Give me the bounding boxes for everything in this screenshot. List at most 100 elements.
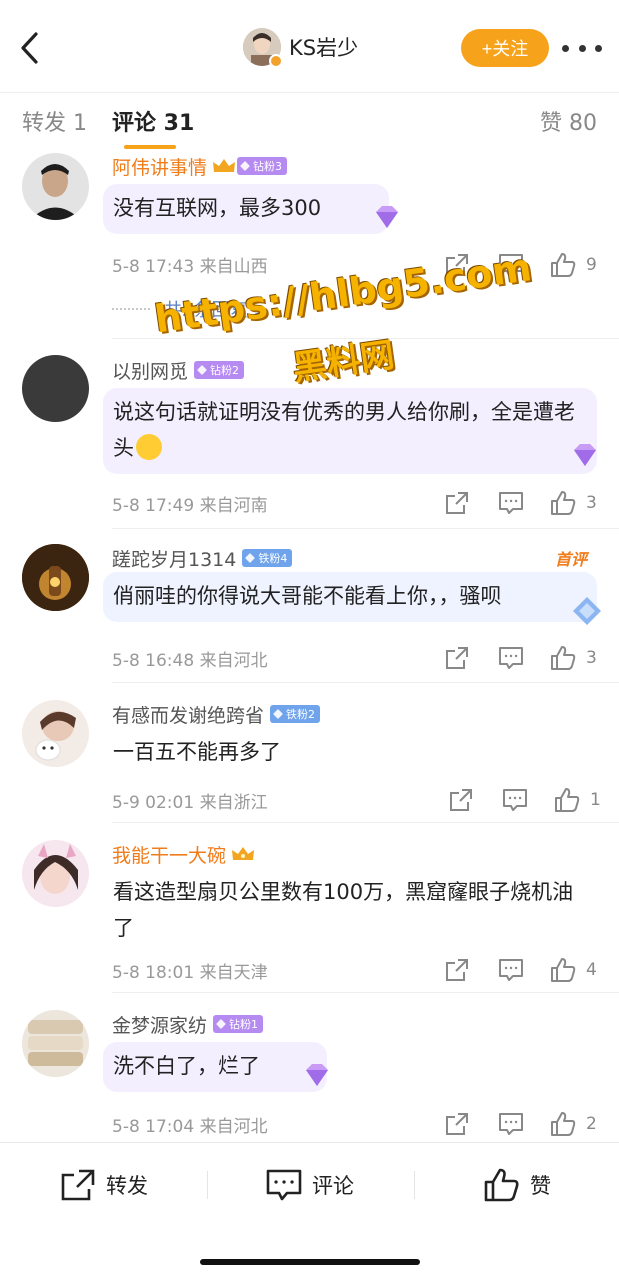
fan-badge-label: 铁粉4 <box>258 552 288 565</box>
fan-badge-label: 钻粉3 <box>253 160 283 173</box>
diamond-icon <box>245 553 256 563</box>
like-count: 3 <box>586 493 597 513</box>
comment-button[interactable]: 评论 <box>266 1165 354 1205</box>
comment-meta: 5-8 17:43 来自山西 <box>112 257 268 277</box>
author-name[interactable]: KS岩少 <box>289 32 358 62</box>
repost-button[interactable]: 转发 <box>60 1165 148 1205</box>
share-icon[interactable] <box>444 1109 470 1139</box>
comment-text-content: 说这句话就证明没有优秀的男人给你刷，全是遭老头 <box>113 400 575 460</box>
reply-icon[interactable] <box>498 955 524 985</box>
comment-text[interactable]: 洗不白了，烂了 <box>103 1042 327 1092</box>
diamond-decoration-icon <box>573 597 601 625</box>
comment-text-content: 看这造型扇贝公里数有100万，黑窟窿眼子烧机油了 <box>113 880 574 940</box>
like-count: 4 <box>586 960 597 980</box>
more-options-icon[interactable] <box>562 36 602 60</box>
comment-username[interactable]: 蹉跎岁月1314 <box>112 545 236 572</box>
comment-username[interactable]: 我能干一大碗 <box>112 841 226 868</box>
diamond-decoration-icon <box>306 1064 328 1086</box>
fan-badge[interactable]: 铁粉4 <box>242 549 293 567</box>
comment-actions: 3 <box>440 488 600 518</box>
share-icon[interactable] <box>444 643 470 673</box>
watermark-overlay: https://hlbg5.com 黑料网 <box>152 245 534 398</box>
tab-repost[interactable]: 转发 1 <box>22 105 87 137</box>
comment-actions: 4 <box>440 955 600 985</box>
comment-item: 蹉跎岁月1314 铁粉4 首评 俏丽哇的你得说大哥能不能看上你，，骚呗 5-8 … <box>0 528 619 684</box>
fan-badge-label: 铁粉2 <box>286 708 316 721</box>
like-button[interactable]: 3 <box>550 488 597 518</box>
follow-button[interactable]: +关注 <box>461 29 549 67</box>
tab-like[interactable]: 赞 80 <box>540 105 597 137</box>
reply-icon[interactable] <box>498 643 524 673</box>
comment-username[interactable]: 有感而发谢绝跨省 <box>112 701 264 728</box>
diamond-decoration-icon <box>376 206 398 228</box>
bottom-action-bar: 转发 评论 赞 <box>0 1142 619 1280</box>
like-button[interactable]: 9 <box>550 250 597 280</box>
avatar-wrapper <box>22 840 91 909</box>
like-button[interactable]: 2 <box>550 1109 597 1139</box>
fan-badge[interactable]: 铁粉2 <box>270 705 321 723</box>
back-icon[interactable] <box>14 26 50 70</box>
share-icon[interactable] <box>444 488 470 518</box>
diamond-icon <box>216 1019 226 1029</box>
verified-badge-icon <box>269 54 283 68</box>
dotted-line <box>112 308 150 310</box>
avatar[interactable] <box>22 700 89 767</box>
crown-icon <box>232 847 255 860</box>
like-count: 1 <box>590 790 601 810</box>
avatar[interactable] <box>22 1010 89 1077</box>
diamond-decoration-icon <box>574 444 596 466</box>
comment-text-content: 俏丽哇的你得说大哥能不能看上你，，骚呗 <box>113 584 502 608</box>
home-indicator[interactable] <box>200 1259 420 1265</box>
diamond-icon <box>273 709 283 719</box>
crown-icon <box>213 159 236 172</box>
first-comment-tag: 首评 <box>555 550 588 569</box>
comment-text[interactable]: 没有互联网，最多300 <box>103 184 389 234</box>
like-post-button[interactable]: 赞 <box>484 1165 551 1205</box>
fan-badge[interactable]: 钻粉3 <box>237 157 288 175</box>
comment-actions: 2 <box>440 1109 600 1139</box>
comment-meta: 5-8 16:48 来自河北 <box>112 651 268 671</box>
post-author[interactable]: KS岩少 <box>243 27 358 68</box>
divider <box>112 682 619 683</box>
share-icon[interactable] <box>448 785 474 815</box>
thumbs-up-icon <box>551 491 576 515</box>
comment-header: 我能干一大碗 <box>112 840 256 868</box>
comment-header: 蹉跎岁月1314 铁粉4 <box>112 544 293 572</box>
like-button[interactable]: 4 <box>550 955 597 985</box>
avatar[interactable] <box>22 544 89 611</box>
reply-icon[interactable] <box>498 1109 524 1139</box>
comment-header: 阿伟讲事情 钻粉3 <box>112 152 288 180</box>
avatar[interactable] <box>22 355 89 422</box>
like-button[interactable]: 3 <box>550 643 597 673</box>
comment-text[interactable]: 俏丽哇的你得说大哥能不能看上你，，骚呗 <box>103 572 597 622</box>
share-icon[interactable] <box>444 955 470 985</box>
avatar[interactable] <box>22 840 89 907</box>
like-button[interactable]: 1 <box>554 785 601 815</box>
comment-username[interactable]: 金梦源家纺 <box>112 1011 207 1038</box>
comment-meta: 5-9 02:01 来自浙江 <box>112 793 268 813</box>
repost-icon <box>61 1169 95 1201</box>
comment-text-content: 没有互联网，最多300 <box>113 196 322 220</box>
comment-text[interactable]: 看这造型扇贝公里数有100万，黑窟窿眼子烧机油了 <box>103 868 603 954</box>
comment-meta: 5-8 18:01 来自天津 <box>112 963 268 983</box>
avatar[interactable] <box>22 153 89 220</box>
reply-icon[interactable] <box>498 488 524 518</box>
author-avatar[interactable] <box>243 28 283 68</box>
comment-username[interactable]: 阿伟讲事情 <box>112 153 207 180</box>
fan-badge-label: 钻粉1 <box>229 1018 259 1031</box>
comment-text-content: 一百五不能再多了 <box>113 740 281 764</box>
comment-item: 我能干一大碗 看这造型扇贝公里数有100万，黑窟窿眼子烧机油了 5-8 18:0… <box>0 824 619 994</box>
thumbs-up-icon <box>551 1112 576 1136</box>
comment-text-content: 洗不白了，烂了 <box>113 1054 260 1078</box>
comment-item: 有感而发谢绝跨省 铁粉2 一百五不能再多了 5-9 02:01 来自浙江 1 <box>0 684 619 824</box>
comment-label: 评论 <box>312 1174 354 1198</box>
tab-comment-label: 评论 31 <box>112 111 195 136</box>
comment-actions: 1 <box>444 785 604 815</box>
fan-badge[interactable]: 钻粉1 <box>213 1015 264 1033</box>
tab-comment[interactable]: 评论 31 <box>112 105 195 149</box>
reply-icon[interactable] <box>502 785 528 815</box>
comment-text[interactable]: 说这句话就证明没有优秀的男人给你刷，全是遭老头 <box>103 388 597 474</box>
like-label: 赞 <box>530 1174 551 1198</box>
comment-text[interactable]: 一百五不能再多了 <box>103 728 291 778</box>
thumbs-up-icon <box>551 253 576 277</box>
